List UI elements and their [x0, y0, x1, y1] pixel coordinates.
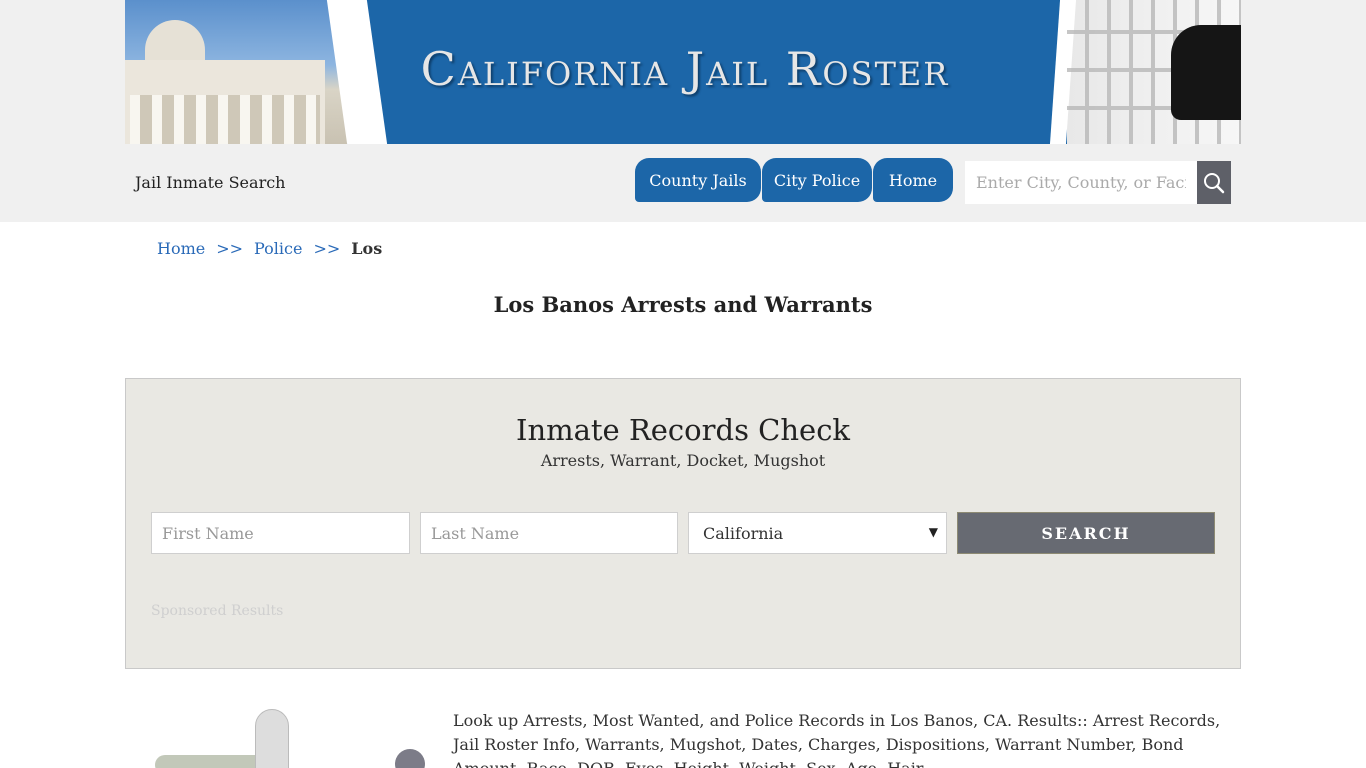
search-icon	[1204, 172, 1225, 193]
hand-with-keys	[1171, 25, 1241, 120]
page-title: Los Banos Arrests and Warrants	[493, 292, 873, 317]
nav-tab-city-police[interactable]: City Police	[762, 158, 872, 202]
state-select[interactable]: California ▼	[688, 512, 947, 554]
thumb-palm	[395, 749, 425, 768]
breadcrumb-home[interactable]: Home	[157, 239, 205, 258]
records-search-button[interactable]: SEARCH	[957, 512, 1215, 554]
facility-search-input[interactable]	[965, 161, 1197, 204]
sponsored-results-label: Sponsored Results	[151, 603, 284, 619]
chevron-down-icon: ▼	[928, 525, 938, 539]
capitol-columns	[130, 95, 320, 144]
state-select-value: California	[703, 523, 784, 543]
capitol-dome	[145, 20, 205, 60]
breadcrumb-police[interactable]: Police	[254, 239, 302, 258]
records-title: Inmate Records Check	[515, 413, 851, 447]
search-button[interactable]	[1197, 161, 1231, 204]
los-banos-image	[125, 705, 425, 768]
records-subtitle: Arrests, Warrant, Docket, Mugshot	[540, 451, 826, 470]
breadcrumb-current: Los	[351, 239, 383, 258]
first-name-input[interactable]	[151, 512, 410, 554]
banner-title: California Jail Roster	[420, 42, 950, 96]
page-description: Look up Arrests, Most Wanted, and Police…	[453, 711, 1221, 768]
inmate-records-panel: Inmate Records Check Arrests, Warrant, D…	[125, 378, 1241, 669]
site-tagline: Jail Inmate Search	[135, 173, 286, 192]
jail-cell-image	[1067, 0, 1241, 144]
breadcrumb-separator: >>	[216, 239, 244, 258]
breadcrumb-separator: >>	[313, 239, 341, 258]
thumb-dome	[255, 709, 289, 768]
nav-tab-county-jails[interactable]: County Jails	[635, 158, 761, 202]
capitol-building-image	[125, 0, 347, 144]
last-name-input[interactable]	[420, 512, 678, 554]
breadcrumb: Home >> Police >> Los	[157, 239, 382, 258]
site-banner[interactable]: California Jail Roster	[125, 0, 1241, 144]
nav-tab-home[interactable]: Home	[873, 158, 953, 202]
